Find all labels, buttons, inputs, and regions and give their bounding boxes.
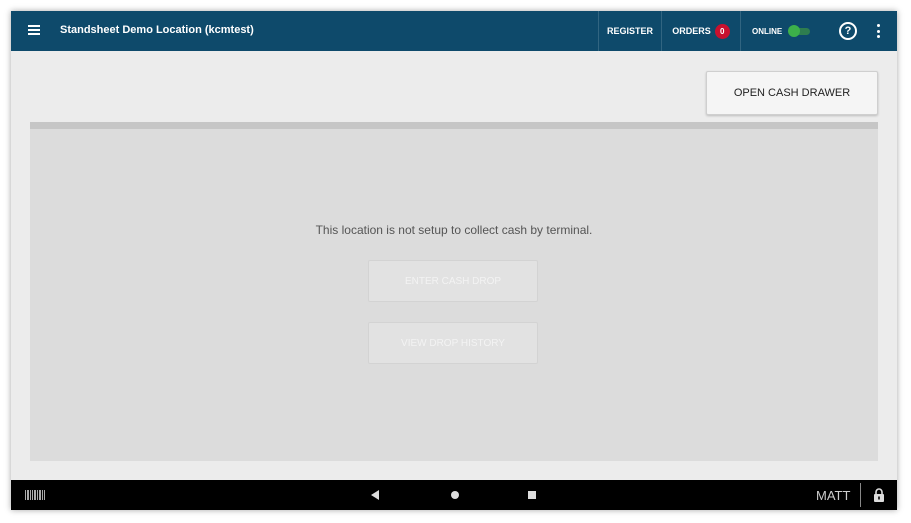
home-icon[interactable] — [451, 491, 459, 499]
top-app-bar: Standsheet Demo Location (kcmtest) REGIS… — [11, 11, 897, 51]
online-label: ONLINE — [752, 26, 783, 36]
online-toggle[interactable] — [788, 25, 812, 37]
android-nav-bar: MATT — [11, 480, 897, 510]
orders-label: ORDERS — [672, 26, 711, 36]
setup-message: This location is not setup to collect ca… — [315, 223, 593, 237]
enter-cash-drop-button[interactable]: ENTER CASH DROP — [368, 260, 538, 302]
more-vert-icon[interactable] — [876, 24, 880, 38]
orders-tab[interactable]: ORDERS 0 — [661, 11, 740, 51]
lock-icon[interactable] — [873, 488, 885, 502]
menu-icon[interactable] — [28, 25, 40, 35]
online-status[interactable]: ONLINE — [740, 11, 830, 51]
help-icon[interactable]: ? — [839, 22, 857, 40]
divider — [860, 483, 861, 507]
location-title: Standsheet Demo Location (kcmtest) — [60, 24, 254, 36]
current-user[interactable]: MATT — [816, 488, 850, 503]
barcode-icon[interactable] — [25, 490, 45, 500]
recents-icon[interactable] — [528, 491, 536, 499]
open-cash-drawer-button[interactable]: OPEN CASH DRAWER — [706, 71, 878, 115]
cash-drop-panel: This location is not setup to collect ca… — [30, 122, 878, 461]
orders-count-badge: 0 — [714, 23, 730, 39]
view-drop-history-button[interactable]: VIEW DROP HISTORY — [368, 322, 538, 364]
register-tab[interactable]: REGISTER — [598, 11, 661, 51]
pos-screen: Standsheet Demo Location (kcmtest) REGIS… — [11, 11, 897, 510]
back-icon[interactable] — [371, 490, 379, 500]
